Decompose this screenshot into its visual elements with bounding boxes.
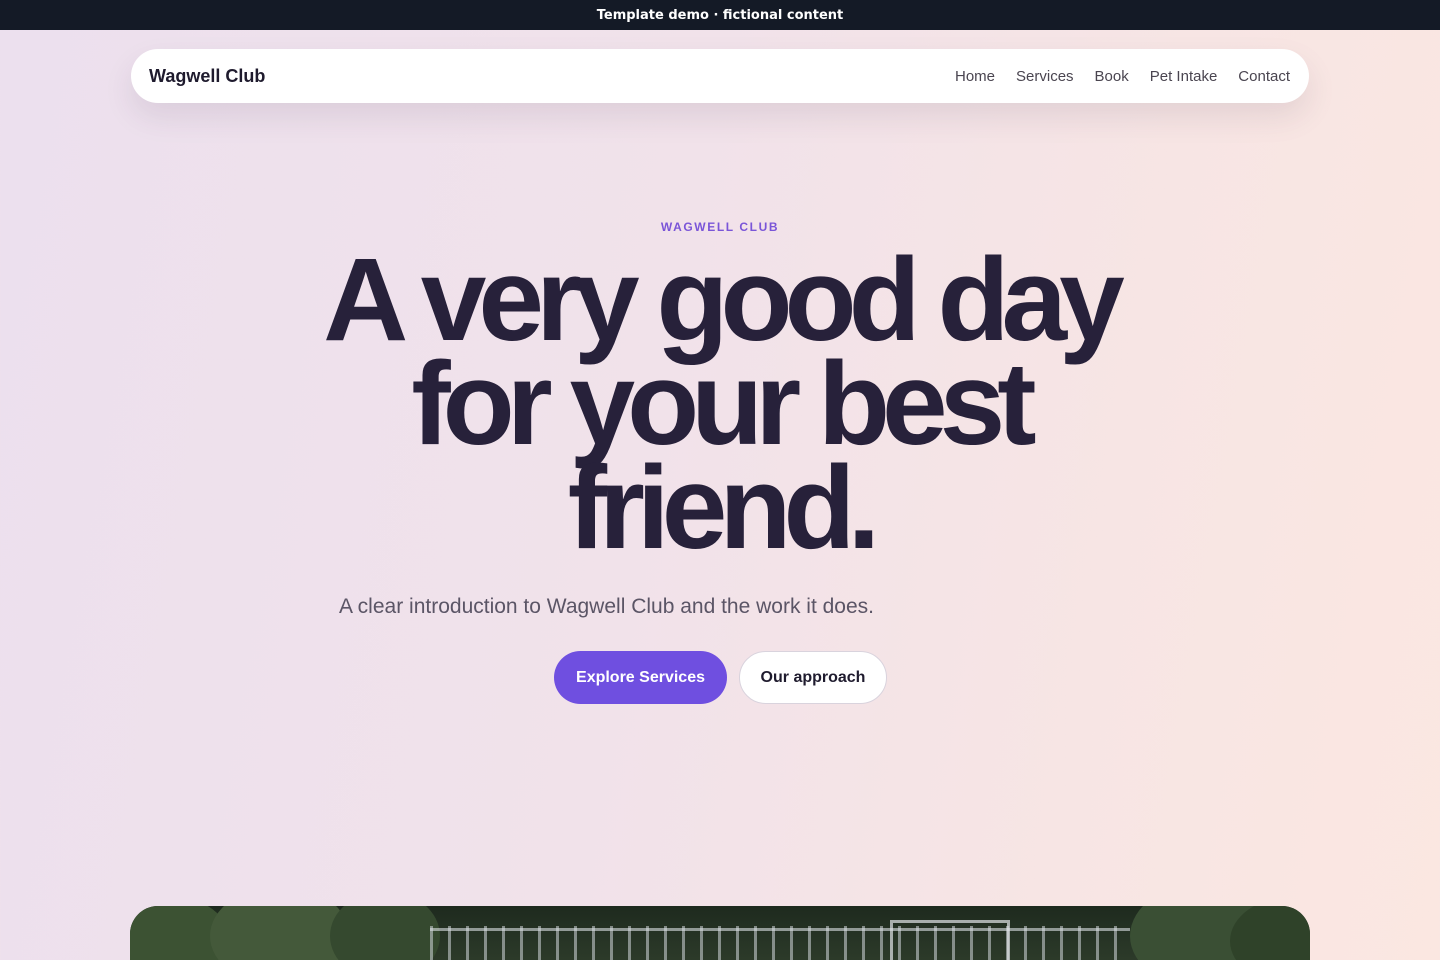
nav-link-contact[interactable]: Contact	[1238, 68, 1290, 85]
demo-banner-text: Template demo · fictional content	[596, 7, 844, 23]
nav-link-book[interactable]: Book	[1095, 68, 1129, 85]
our-approach-button[interactable]: Our approach	[739, 651, 887, 704]
nav-link-services[interactable]: Services	[1016, 68, 1074, 85]
explore-services-button[interactable]: Explore Services	[554, 651, 727, 704]
hero-headline: A very good day for your best friend.	[0, 234, 1440, 574]
hero-eyebrow: WAGWELL CLUB	[660, 220, 780, 234]
nav-links: Home Services Book Pet Intake Contact	[934, 68, 1290, 85]
hero-photo	[130, 906, 1310, 960]
hero-headline-line-1: A very good day	[323, 234, 1125, 366]
nav-link-pet-intake[interactable]: Pet Intake	[1150, 68, 1218, 85]
fence-graphic	[430, 926, 1130, 960]
gate-graphic	[890, 920, 1010, 960]
main-navigation: Wagwell Club Home Services Book Pet Inta…	[131, 49, 1309, 103]
nav-link-home[interactable]: Home	[955, 68, 995, 85]
hero-headline-line-2: for your best	[411, 338, 1036, 470]
demo-banner: Template demo · fictional content	[0, 0, 1440, 30]
hero-subtitle: A clear introduction to Wagwell Club and…	[339, 595, 874, 618]
brand-logo[interactable]: Wagwell Club	[149, 66, 265, 87]
hero-headline-line-3: friend.	[567, 442, 881, 574]
